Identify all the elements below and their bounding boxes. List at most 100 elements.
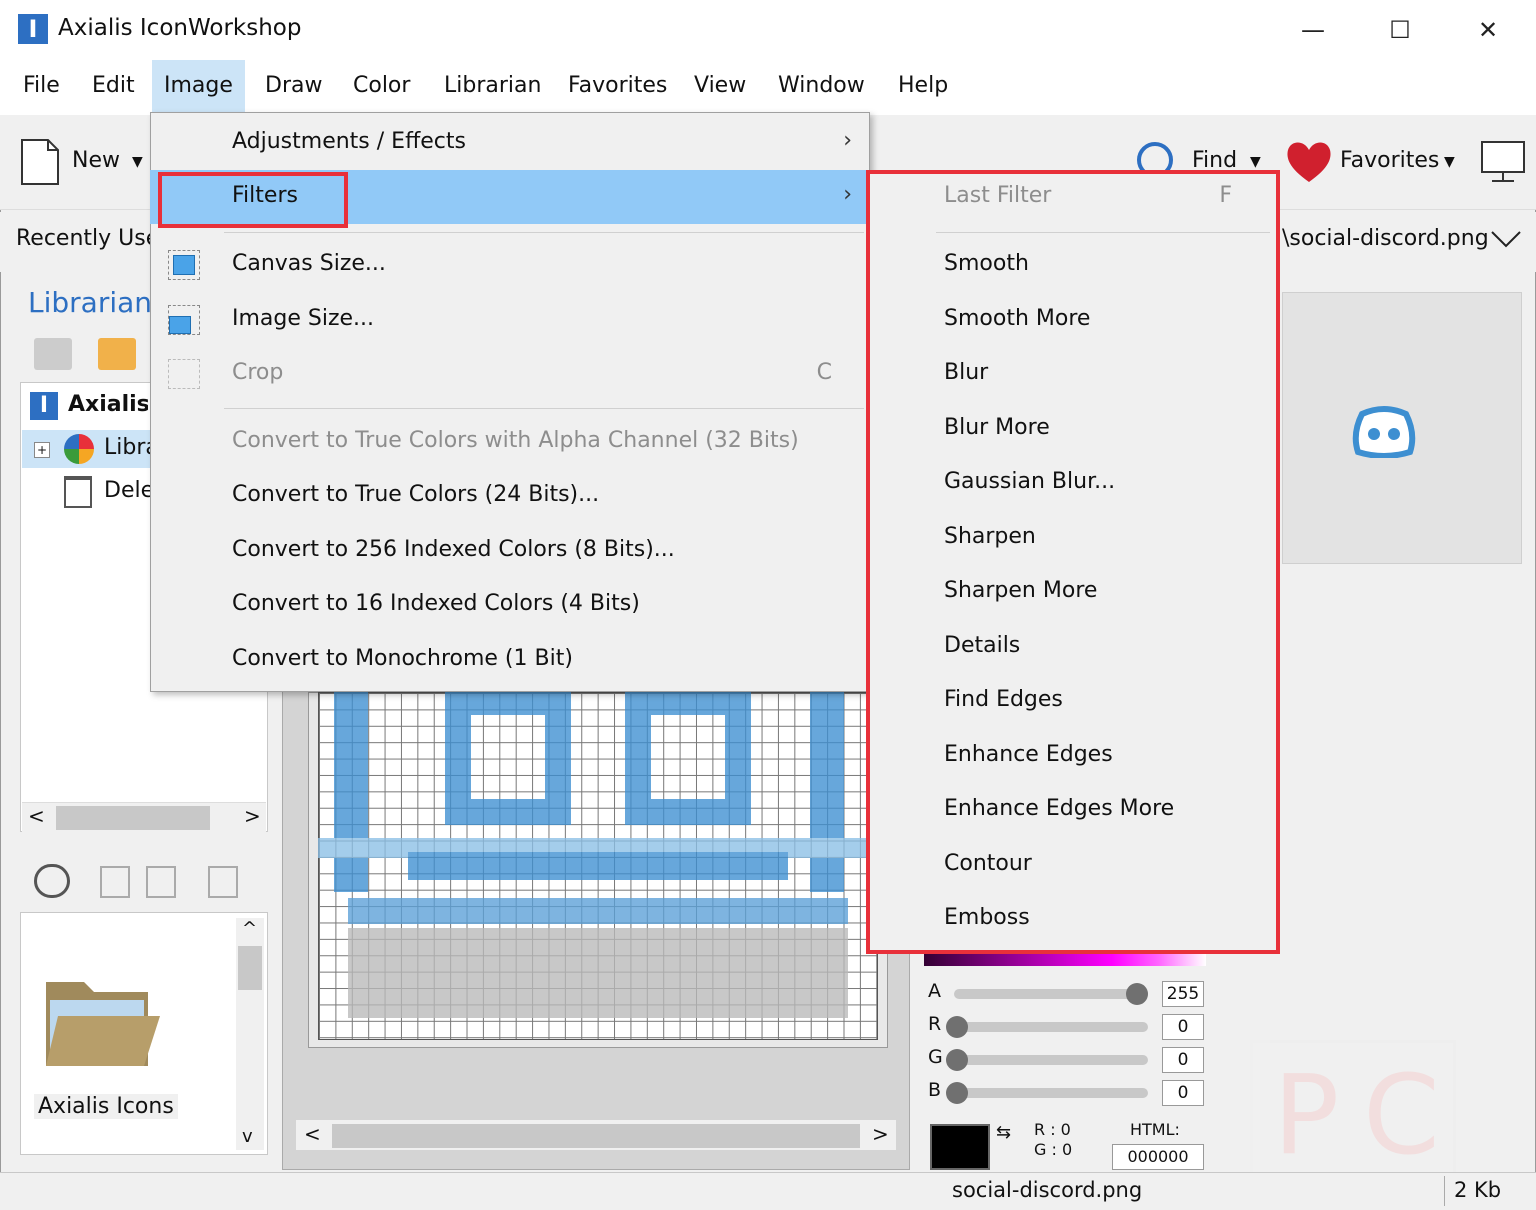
- channel-value-field[interactable]: 255: [1162, 981, 1204, 1007]
- scroll-down-icon[interactable]: v: [242, 1126, 253, 1147]
- channel-slider-knob[interactable]: [1126, 983, 1148, 1005]
- menu-separator: [224, 232, 864, 233]
- swap-colors-icon[interactable]: ⇆: [996, 1122, 1011, 1143]
- channel-value-field[interactable]: 0: [1162, 1080, 1204, 1106]
- favorites-dropdown-icon[interactable]: ▼: [1444, 154, 1455, 170]
- find-dropdown-icon[interactable]: ▼: [1250, 154, 1261, 170]
- menu-file[interactable]: File: [11, 60, 72, 112]
- menu-edit[interactable]: Edit: [80, 60, 147, 112]
- monitor-icon[interactable]: [1480, 140, 1526, 184]
- channel-slider[interactable]: [954, 989, 1148, 999]
- menu-item-convert-24[interactable]: Convert to True Colors (24 Bits)...: [150, 469, 868, 523]
- close-button[interactable]: ✕: [1468, 12, 1508, 48]
- menu-window[interactable]: Window: [766, 60, 877, 112]
- crop-icon: [168, 359, 200, 389]
- channel-slider-knob[interactable]: [946, 1049, 968, 1071]
- html-label: HTML:: [1130, 1120, 1180, 1139]
- new-document-icon[interactable]: [20, 138, 60, 186]
- globe-download-icon[interactable]: [34, 864, 70, 898]
- copy-icon[interactable]: [100, 866, 130, 898]
- discord-pixel-art: [318, 689, 878, 1040]
- menu-item-label: Canvas Size...: [232, 251, 386, 276]
- menu-item-label: Convert to 256 Indexed Colors (8 Bits)..…: [232, 537, 675, 562]
- canvas-scroll-right-icon[interactable]: >: [872, 1122, 889, 1146]
- scroll-thumb[interactable]: [56, 806, 210, 830]
- tree-item-deleted[interactable]: Deleted: [104, 478, 150, 503]
- favorites-button-label[interactable]: Favorites: [1340, 148, 1439, 173]
- status-file-size: 2 Kb: [1454, 1178, 1502, 1202]
- watermark-logo: PC: [1250, 1040, 1456, 1190]
- axialis-tree-icon: I: [30, 392, 58, 420]
- discord-preview-icon: [1352, 404, 1416, 459]
- menu-item-convert-1[interactable]: Convert to Monochrome (1 Bit): [150, 633, 868, 687]
- submenu-arrow-icon: ›: [843, 182, 852, 207]
- menu-item-canvas-size[interactable]: Canvas Size...: [150, 238, 868, 292]
- status-bar: [0, 1172, 1536, 1210]
- window-title: Axialis IconWorkshop: [58, 15, 302, 41]
- menu-item-convert-8[interactable]: Convert to 256 Indexed Colors (8 Bits)..…: [150, 524, 868, 578]
- channel-slider-knob[interactable]: [946, 1082, 968, 1104]
- add-icon[interactable]: [208, 866, 238, 898]
- status-divider: [1444, 1176, 1445, 1206]
- new-dropdown-icon[interactable]: ▼: [132, 154, 143, 170]
- menu-help[interactable]: Help: [886, 60, 960, 112]
- canvas-scroll-thumb[interactable]: [332, 1124, 860, 1148]
- menu-item-image-size[interactable]: Image Size...: [150, 293, 868, 347]
- filters-submenu-highlight-box: [866, 170, 1280, 954]
- submenu-arrow-icon: ›: [843, 128, 852, 153]
- favorites-heart-icon[interactable]: [1284, 138, 1334, 186]
- channel-slider[interactable]: [954, 1088, 1148, 1098]
- menu-item-label: Convert to Monochrome (1 Bit): [232, 646, 573, 671]
- menu-item-convert-4[interactable]: Convert to 16 Indexed Colors (4 Bits): [150, 578, 868, 632]
- expand-icon[interactable]: +: [34, 442, 50, 458]
- image-size-icon: [168, 305, 200, 335]
- menu-item-adjustments[interactable]: Adjustments / Effects ›: [150, 116, 868, 170]
- menu-draw[interactable]: Draw: [253, 60, 334, 112]
- channel-label: B: [928, 1079, 942, 1101]
- scroll-right-icon[interactable]: >: [244, 804, 261, 828]
- channel-slider-knob[interactable]: [946, 1016, 968, 1038]
- scroll-up-icon[interactable]: ^: [242, 918, 257, 939]
- menu-color[interactable]: Color: [341, 60, 422, 112]
- channel-value-field[interactable]: 0: [1162, 1014, 1204, 1040]
- channel-slider[interactable]: [954, 1055, 1148, 1065]
- library-icon: [64, 434, 94, 464]
- add-library-icon[interactable]: [34, 338, 72, 370]
- shortcut-key: C: [816, 360, 832, 385]
- canvas-scroll-left-icon[interactable]: <: [304, 1122, 321, 1146]
- menu-favorites[interactable]: Favorites: [556, 60, 679, 112]
- channel-slider[interactable]: [954, 1022, 1148, 1032]
- menu-item-convert-32[interactable]: Convert to True Colors with Alpha Channe…: [150, 415, 868, 469]
- menu-librarian[interactable]: Librarian: [432, 60, 553, 112]
- svg-text:P: P: [1273, 1051, 1339, 1179]
- menu-item-label: Convert to 16 Indexed Colors (4 Bits): [232, 591, 640, 616]
- tree-item-library[interactable]: Library: [104, 435, 150, 460]
- primary-color-swatch[interactable]: [930, 1124, 990, 1170]
- status-filename: social-discord.png: [952, 1178, 1143, 1202]
- menu-item-crop[interactable]: Crop C: [150, 347, 868, 401]
- menu-item-label: Convert to True Colors (24 Bits)...: [232, 482, 600, 507]
- menu-item-label: Convert to True Colors with Alpha Channe…: [232, 428, 799, 453]
- canvas-size-icon: [168, 250, 200, 280]
- recent-file-path[interactable]: \social-discord.png: [1282, 226, 1489, 251]
- menu-image[interactable]: Image: [152, 60, 245, 112]
- recently-used-label: Recently Used: [16, 226, 150, 251]
- paste-icon[interactable]: [146, 866, 176, 898]
- tree-item-axialis[interactable]: Axialis Icons: [68, 392, 148, 417]
- html-color-field[interactable]: 000000: [1112, 1144, 1204, 1170]
- channel-label: R: [928, 1013, 942, 1035]
- new-folder-icon[interactable]: [98, 338, 136, 370]
- folder-label[interactable]: Axialis Icons: [34, 1094, 178, 1119]
- new-button-label[interactable]: New: [72, 148, 120, 173]
- librarian-title: Librarian: [28, 286, 153, 319]
- menu-item-label: Crop: [232, 360, 284, 385]
- recent-dropdown-icon[interactable]: [1490, 228, 1522, 256]
- menu-view[interactable]: View: [682, 60, 758, 112]
- maximize-button[interactable]: ☐: [1380, 12, 1420, 48]
- folder-icon[interactable]: [44, 972, 162, 1068]
- folder-scroll-thumb[interactable]: [238, 946, 262, 990]
- scroll-left-icon[interactable]: <: [28, 804, 45, 828]
- minimize-button[interactable]: —: [1293, 12, 1333, 48]
- channel-value-field[interactable]: 0: [1162, 1047, 1204, 1073]
- channel-label: G: [928, 1046, 943, 1068]
